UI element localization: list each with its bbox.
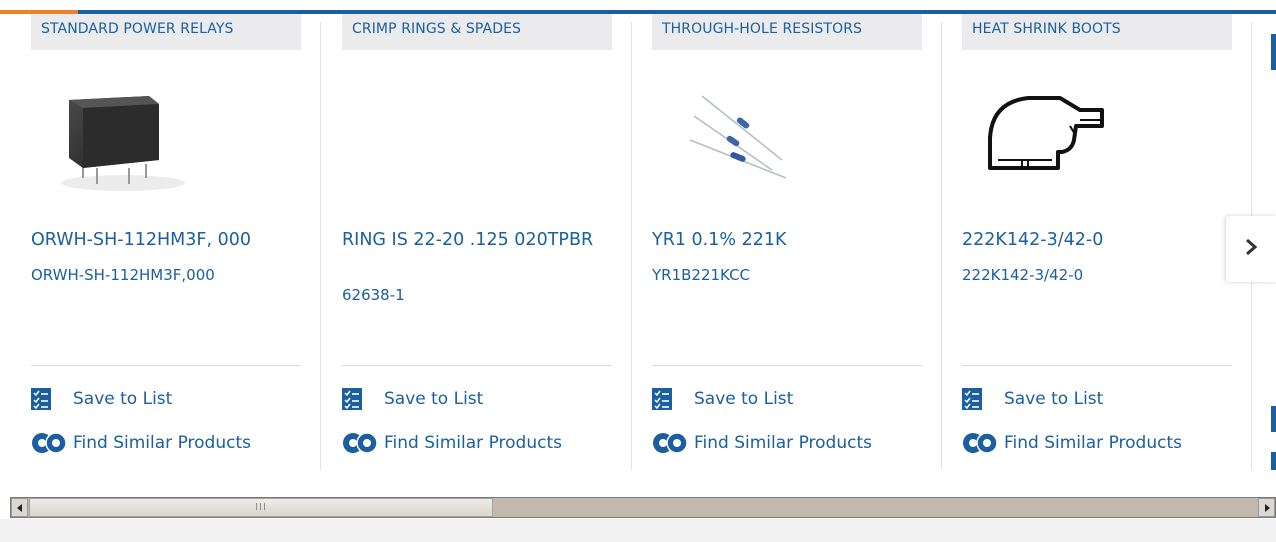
relay-image xyxy=(61,96,185,191)
scroll-right-button[interactable] xyxy=(1258,498,1275,517)
find-similar-button[interactable]: Find Similar Products xyxy=(652,430,912,456)
save-to-list-button[interactable]: Save to List xyxy=(962,386,1222,412)
checklist-icon[interactable] xyxy=(1271,406,1276,432)
scroll-left-button[interactable] xyxy=(11,498,28,517)
category-link[interactable] xyxy=(1271,34,1276,70)
category-link[interactable]: STANDARD POWER RELAYS xyxy=(31,14,301,50)
save-to-list-button[interactable]: Save to List xyxy=(652,386,912,412)
product-title-link[interactable]: 222K142-3/42-0 xyxy=(962,231,1222,249)
product-image[interactable] xyxy=(652,60,922,210)
find-similar-label: Find Similar Products xyxy=(384,433,562,453)
save-to-list-button[interactable]: Save to List xyxy=(342,386,602,412)
category-link[interactable]: THROUGH-HOLE RESISTORS xyxy=(652,14,922,50)
part-number-link[interactable]: YR1B221KCC xyxy=(652,266,912,284)
gears-icon xyxy=(342,431,378,455)
card-divider xyxy=(31,365,301,366)
product-carousel: STANDARD POWER RELAYS ORWH-SH-112HM3F, 0… xyxy=(0,14,1276,478)
gears-icon xyxy=(31,431,67,455)
gears-icon xyxy=(652,431,688,455)
carousel-next-button[interactable] xyxy=(1226,216,1276,282)
card-separator xyxy=(320,22,321,470)
checklist-icon xyxy=(31,388,51,410)
save-to-list-button[interactable]: Save to List xyxy=(31,386,291,412)
boot-image xyxy=(988,96,1104,170)
product-image[interactable] xyxy=(962,60,1232,210)
product-title-link[interactable]: ORWH-SH-112HM3F, 000 xyxy=(31,231,291,249)
find-similar-button[interactable]: Find Similar Products xyxy=(31,430,291,456)
resistor-image xyxy=(689,95,787,179)
card-divider xyxy=(652,365,922,366)
save-to-list-label: Save to List xyxy=(73,389,173,409)
gears-icon xyxy=(962,431,998,455)
save-to-list-label: Save to List xyxy=(384,389,484,409)
save-to-list-label: Save to List xyxy=(1004,389,1104,409)
part-number-link[interactable]: ORWH-SH-112HM3F,000 xyxy=(31,266,291,284)
scrollbar-thumb[interactable]: III xyxy=(29,498,493,517)
page-footer-strip xyxy=(0,519,1276,542)
card-separator xyxy=(941,22,942,470)
part-number-link[interactable]: 62638-1 xyxy=(342,286,602,304)
triangle-right-icon xyxy=(1263,498,1271,517)
checklist-icon xyxy=(342,388,362,410)
card-divider xyxy=(342,365,612,366)
save-to-list-label: Save to List xyxy=(694,389,794,409)
checklist-icon xyxy=(652,388,672,410)
part-number-link[interactable]: 222K142-3/42-0 xyxy=(962,266,1222,284)
scrollbar-grip: III xyxy=(255,502,267,513)
product-title-link[interactable]: YR1 0.1% 221K xyxy=(652,231,912,249)
find-similar-button[interactable]: Find Similar Products xyxy=(962,430,1222,456)
product-card: HEAT SHRINK BOOTS 222K142-3/42-0 222K142… xyxy=(962,14,1232,470)
category-link[interactable]: CRIMP RINGS & SPADES xyxy=(342,14,612,50)
find-similar-label: Find Similar Products xyxy=(694,433,872,453)
card-separator xyxy=(631,22,632,470)
product-image[interactable] xyxy=(342,60,612,210)
find-similar-label: Find Similar Products xyxy=(1004,433,1182,453)
product-title-link[interactable]: RING IS 22-20 .125 020TPBR xyxy=(342,231,602,249)
find-similar-button[interactable]: Find Similar Products xyxy=(342,430,602,456)
product-card: THROUGH-HOLE RESISTORS YR1 0.1% 221K YR1… xyxy=(652,14,922,470)
product-image[interactable] xyxy=(31,60,301,210)
product-card: CRIMP RINGS & SPADES RING IS 22-20 .125 … xyxy=(342,14,612,470)
category-link[interactable]: HEAT SHRINK BOOTS xyxy=(962,14,1232,50)
checklist-icon xyxy=(962,388,982,410)
card-divider xyxy=(962,365,1232,366)
triangle-left-icon xyxy=(16,498,24,517)
horizontal-scrollbar[interactable]: III xyxy=(10,497,1276,518)
product-card: STANDARD POWER RELAYS ORWH-SH-112HM3F, 0… xyxy=(31,14,301,470)
find-similar-label: Find Similar Products xyxy=(73,433,251,453)
chevron-right-icon xyxy=(1244,237,1258,261)
gears-icon[interactable] xyxy=(1271,452,1276,470)
